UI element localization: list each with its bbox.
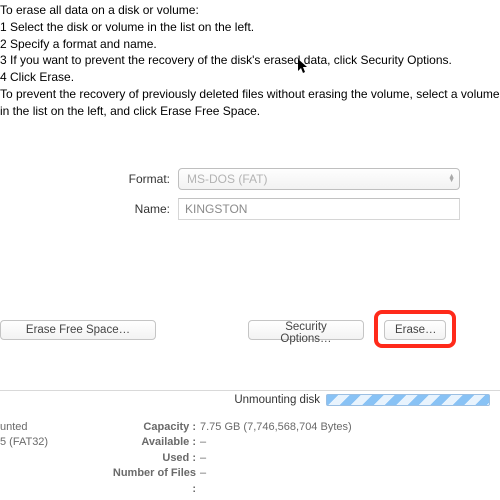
disk-info-right: Capacity : 7.75 GB (7,746,568,704 Bytes)… [110, 420, 352, 497]
format-label: Format: [0, 172, 178, 186]
instructions-step: 4 Click Erase. [0, 69, 500, 86]
instructions-step: 3 If you want to prevent the recovery of… [0, 52, 500, 69]
info-line: unted [0, 420, 48, 435]
instructions-note: To prevent the recovery of previously de… [0, 86, 500, 120]
capacity-value: 7.75 GB (7,746,568,704 Bytes) [200, 420, 352, 435]
instructions-block: To erase all data on a disk or volume: 1… [0, 0, 500, 120]
instructions-step: 1 Select the disk or volume in the list … [0, 19, 500, 36]
action-buttons: Erase Free Space… Security Options… Eras… [0, 320, 500, 350]
format-select[interactable]: MS-DOS (FAT) ▲▼ [178, 168, 460, 190]
files-value: – [200, 466, 206, 497]
name-label: Name: [0, 202, 178, 216]
available-value: – [200, 435, 206, 450]
erase-button[interactable]: Erase… [384, 320, 446, 340]
disk-info-left: unted 5 (FAT32) [0, 420, 48, 451]
chevron-updown-icon: ▲▼ [448, 175, 455, 183]
files-label: Number of Files : [110, 466, 200, 497]
capacity-label: Capacity : [110, 420, 200, 435]
status-label: Unmounting disk [234, 394, 320, 406]
format-selected-value: MS-DOS (FAT) [187, 172, 267, 186]
instructions-intro: To erase all data on a disk or volume: [0, 2, 500, 19]
info-line: 5 (FAT32) [0, 435, 48, 450]
available-label: Available : [110, 435, 200, 450]
erase-free-space-button[interactable]: Erase Free Space… [0, 320, 156, 340]
security-options-button[interactable]: Security Options… [248, 320, 364, 340]
progress-bar [326, 394, 490, 406]
divider [0, 390, 500, 391]
erase-form: Format: MS-DOS (FAT) ▲▼ Name: [0, 168, 500, 220]
status-row: Unmounting disk [0, 394, 500, 406]
instructions-step: 2 Specify a format and name. [0, 36, 500, 53]
name-input[interactable] [178, 198, 460, 220]
used-label: Used : [110, 451, 200, 466]
used-value: – [200, 451, 206, 466]
